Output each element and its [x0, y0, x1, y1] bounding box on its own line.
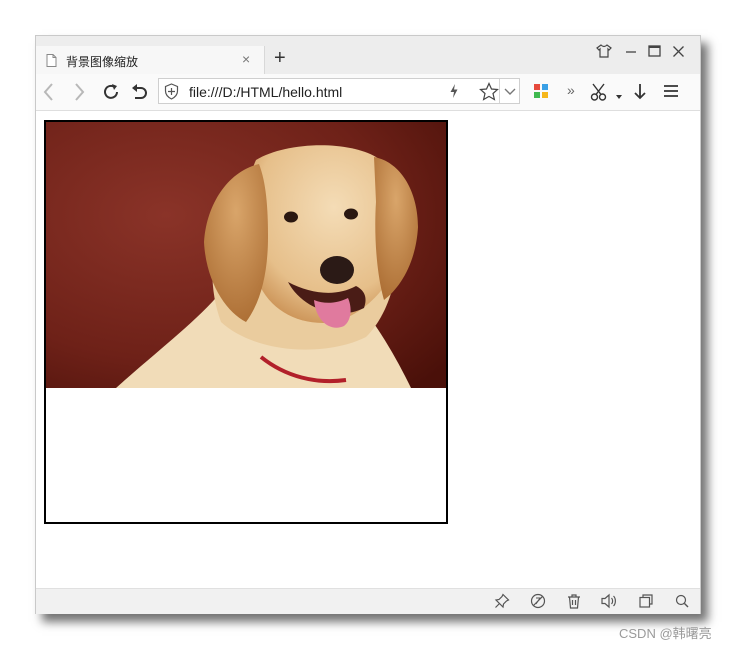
tab-active[interactable]: 背景图像缩放 ×	[36, 46, 265, 74]
page-content	[36, 111, 700, 588]
browser-window: 背景图像缩放 × + file:///D:/HTML/hello.html »	[35, 35, 701, 614]
more-chevron-icon[interactable]: »	[567, 82, 575, 98]
navigation-toolbar: file:///D:/HTML/hello.html »	[36, 74, 700, 111]
csdn-watermark: CSDN @韩曙亮	[619, 626, 712, 641]
skin-icon[interactable]	[596, 44, 612, 63]
lightning-icon[interactable]	[449, 83, 459, 104]
tab-title: 背景图像缩放	[66, 55, 139, 69]
download-icon[interactable]	[633, 82, 647, 107]
maximize-icon[interactable]	[648, 44, 661, 63]
address-bar[interactable]: file:///D:/HTML/hello.html	[158, 78, 520, 104]
tab-bar: 背景图像缩放 × +	[36, 36, 700, 74]
back-icon[interactable]	[42, 82, 56, 107]
bookmark-star-icon[interactable]	[479, 82, 499, 106]
scissors-icon[interactable]	[590, 82, 608, 107]
golden-retriever-photo	[46, 122, 446, 388]
minimize-icon[interactable]	[625, 44, 637, 63]
bordered-box	[44, 120, 448, 524]
forward-icon[interactable]	[72, 82, 86, 107]
pin-icon[interactable]	[494, 593, 510, 614]
close-window-icon[interactable]	[672, 44, 685, 63]
scissors-dropdown-icon[interactable]	[615, 87, 623, 105]
window-restore-icon[interactable]	[638, 593, 654, 614]
document-icon	[46, 54, 57, 72]
status-bar	[36, 588, 700, 614]
speaker-icon[interactable]	[600, 593, 618, 614]
tab-close-icon[interactable]: ×	[242, 51, 250, 67]
no-image-icon[interactable]	[530, 593, 546, 614]
url-dropdown-chevron-icon[interactable]	[503, 85, 517, 103]
url-dropdown-separator	[499, 79, 500, 103]
zoom-icon[interactable]	[675, 593, 689, 614]
url-text[interactable]: file:///D:/HTML/hello.html	[189, 84, 342, 100]
menu-icon[interactable]	[663, 83, 679, 104]
apps-grid-icon[interactable]	[534, 84, 548, 103]
trash-icon[interactable]	[566, 593, 582, 614]
reload-icon[interactable]	[101, 82, 121, 107]
undo-icon[interactable]	[130, 82, 148, 107]
shield-icon[interactable]	[164, 83, 179, 105]
new-tab-button[interactable]: +	[274, 48, 286, 68]
